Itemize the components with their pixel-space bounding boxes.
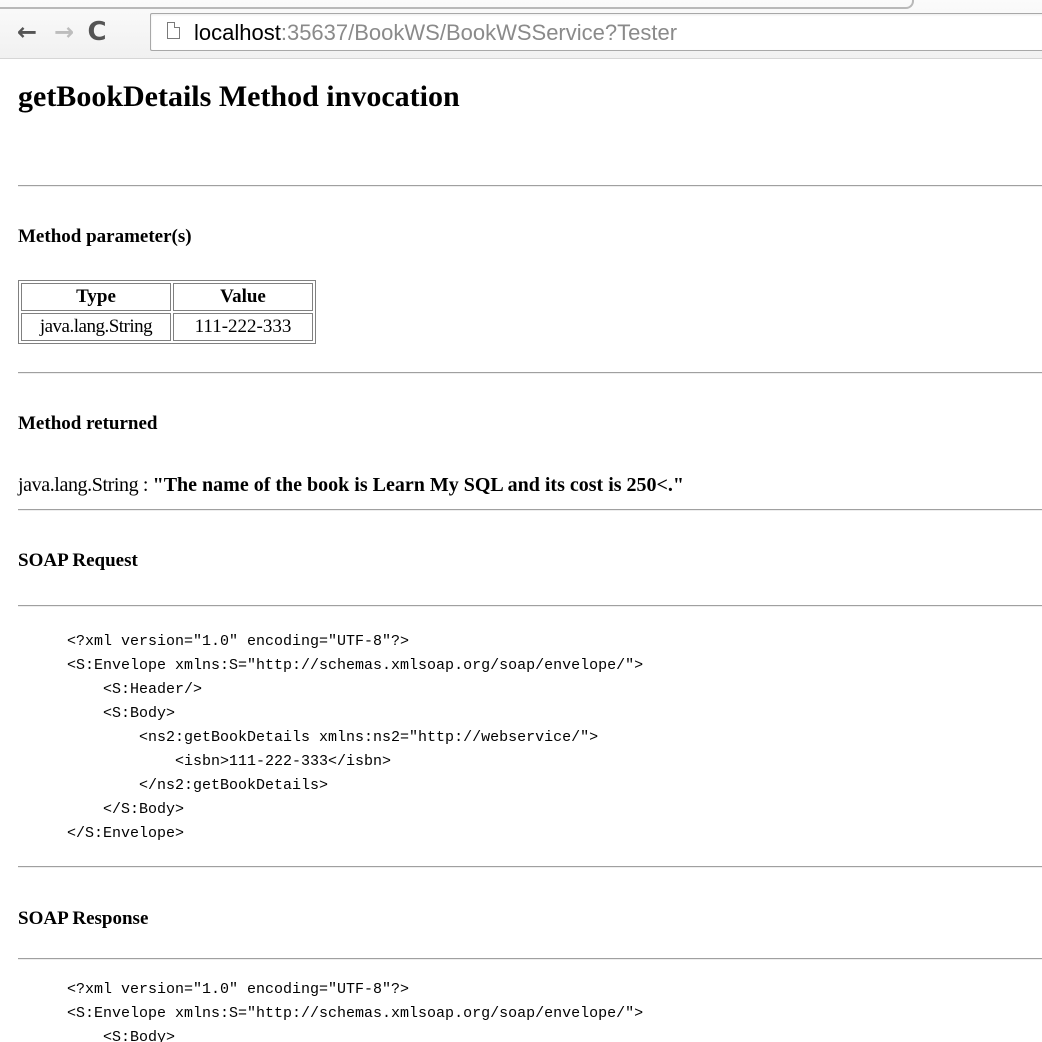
browser-toolbar: ← → C localhost:35637/BookWS/BookWSServi… [0, 0, 1042, 59]
divider [18, 866, 1042, 868]
back-arrow-icon[interactable]: ← [12, 17, 42, 47]
soap-response-heading: SOAP Response [18, 908, 149, 929]
table-cell: java.lang.String [21, 313, 171, 341]
table-row: java.lang.String 111-222-333 [21, 313, 313, 341]
returned-value-line: java.lang.String : "The name of the book… [18, 474, 684, 497]
divider [18, 605, 1042, 607]
returned-value: "The name of the book is Learn My SQL an… [152, 474, 685, 496]
forward-arrow-icon[interactable]: → [49, 17, 79, 47]
reload-icon[interactable]: C [82, 17, 112, 47]
soap-request-xml: <?xml version="1.0" encoding="UTF-8"?> <… [67, 633, 644, 842]
divider [18, 185, 1042, 187]
table-header-cell: Value [173, 283, 313, 311]
divider [18, 509, 1042, 511]
url-host: localhost [194, 20, 281, 45]
divider [18, 372, 1042, 374]
soap-response-xml: <?xml version="1.0" encoding="UTF-8"?> <… [67, 981, 644, 1042]
table-header-cell: Type [21, 283, 171, 311]
returned-type: java.lang.String : [18, 474, 153, 496]
divider [18, 958, 1042, 960]
url-path: :35637/BookWS/BookWSService?Tester [280, 20, 678, 45]
table-cell: 111-222-333 [173, 313, 313, 341]
parameters-heading: Method parameter(s) [18, 226, 192, 247]
soap-request-heading: SOAP Request [18, 550, 138, 571]
returned-heading: Method returned [18, 413, 158, 434]
url-text[interactable]: localhost:35637/BookWS/BookWSService?Tes… [194, 20, 677, 46]
tab-strip-edge [0, 0, 914, 9]
parameters-table: Type Value java.lang.String 111-222-333 [18, 280, 316, 344]
page-icon [167, 22, 180, 39]
page-title: getBookDetails Method invocation [18, 80, 460, 113]
table-header-row: Type Value [21, 283, 313, 311]
address-bar[interactable]: localhost:35637/BookWS/BookWSService?Tes… [150, 13, 1042, 51]
